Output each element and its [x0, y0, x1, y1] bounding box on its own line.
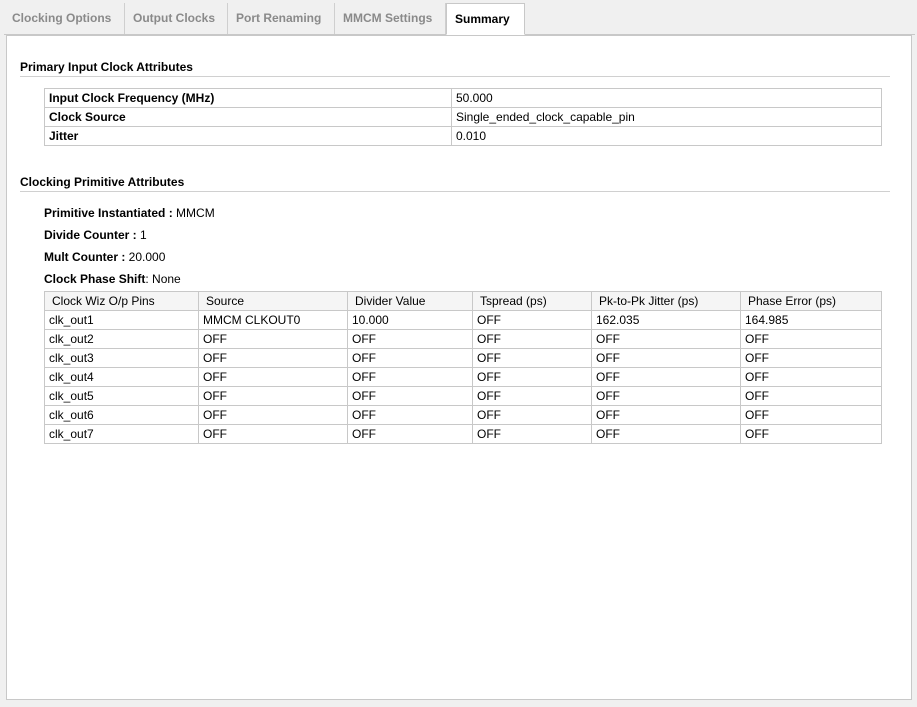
- cell-pin: clk_out6: [44, 405, 199, 425]
- cell-divider: OFF: [347, 348, 473, 368]
- input-clock-frequency-value: 50.000: [451, 88, 882, 108]
- cell-source: OFF: [198, 386, 348, 406]
- tab-clocking-options[interactable]: Clocking Options: [4, 3, 125, 34]
- cell-tspread: OFF: [472, 424, 592, 444]
- cell-jitter: OFF: [591, 348, 741, 368]
- cell-source: OFF: [198, 348, 348, 368]
- cell-source: OFF: [198, 424, 348, 444]
- cell-divider: OFF: [347, 405, 473, 425]
- cell-source: OFF: [198, 367, 348, 387]
- cell-source: OFF: [198, 329, 348, 349]
- input-clock-frequency-label: Input Clock Frequency (MHz): [44, 88, 452, 108]
- primitive-instantiated-value: MMCM: [176, 206, 215, 220]
- cell-jitter: OFF: [591, 405, 741, 425]
- jitter-label: Jitter: [44, 126, 452, 146]
- table-row: clk_out5 OFF OFF OFF OFF OFF: [44, 386, 882, 406]
- table-row: clk_out1 MMCM CLKOUT0 10.000 OFF 162.035…: [44, 310, 882, 330]
- cell-divider: 10.000: [347, 310, 473, 330]
- cell-phase-error: OFF: [740, 329, 882, 349]
- mult-counter-value: 20.000: [128, 250, 166, 264]
- cell-phase-error: OFF: [740, 386, 882, 406]
- col-header-divider[interactable]: Divider Value: [347, 291, 473, 311]
- col-header-source[interactable]: Source: [198, 291, 348, 311]
- jitter-value: 0.010: [451, 126, 882, 146]
- cell-phase-error: OFF: [740, 348, 882, 368]
- table-row: clk_out7 OFF OFF OFF OFF OFF: [44, 424, 882, 444]
- col-header-jitter[interactable]: Pk-to-Pk Jitter (ps): [591, 291, 741, 311]
- cell-tspread: OFF: [472, 310, 592, 330]
- clock-phase-shift-label: Clock Phase Shift: [44, 272, 146, 286]
- table-row: clk_out6 OFF OFF OFF OFF OFF: [44, 405, 882, 425]
- primary-clock-section-title: Primary Input Clock Attributes: [20, 60, 890, 77]
- cell-pin: clk_out5: [44, 386, 199, 406]
- cell-jitter: OFF: [591, 386, 741, 406]
- col-header-phase-error[interactable]: Phase Error (ps): [740, 291, 882, 311]
- cell-pin: clk_out1: [44, 310, 199, 330]
- cell-jitter: OFF: [591, 329, 741, 349]
- cell-source: MMCM CLKOUT0: [198, 310, 348, 330]
- cell-jitter: OFF: [591, 424, 741, 444]
- clock-source-value: Single_ended_clock_capable_pin: [451, 107, 882, 127]
- cell-tspread: OFF: [472, 386, 592, 406]
- summary-panel: Primary Input Clock Attributes Input Clo…: [6, 35, 912, 700]
- cell-tspread: OFF: [472, 367, 592, 387]
- divide-counter-line: Divide Counter : 1: [44, 228, 147, 242]
- tab-port-renaming[interactable]: Port Renaming: [228, 3, 335, 34]
- output-clocks-table: Clock Wiz O/p Pins Source Divider Value …: [44, 291, 882, 444]
- mult-counter-line: Mult Counter : 20.000: [44, 250, 165, 264]
- cell-jitter: OFF: [591, 367, 741, 387]
- table-row: clk_out3 OFF OFF OFF OFF OFF: [44, 348, 882, 368]
- cell-pin: clk_out4: [44, 367, 199, 387]
- cell-phase-error: OFF: [740, 424, 882, 444]
- col-header-pins[interactable]: Clock Wiz O/p Pins: [44, 291, 199, 311]
- table-row: Clock Source Single_ended_clock_capable_…: [44, 107, 882, 127]
- cell-source: OFF: [198, 405, 348, 425]
- tab-output-clocks[interactable]: Output Clocks: [125, 3, 228, 34]
- divide-counter-value: 1: [140, 228, 147, 242]
- tab-mmcm-settings[interactable]: MMCM Settings: [335, 3, 446, 34]
- cell-jitter: 162.035: [591, 310, 741, 330]
- primary-clock-attributes-table: Input Clock Frequency (MHz) 50.000 Clock…: [44, 88, 882, 146]
- cell-pin: clk_out2: [44, 329, 199, 349]
- tab-summary[interactable]: Summary: [446, 3, 525, 35]
- cell-divider: OFF: [347, 386, 473, 406]
- cell-tspread: OFF: [472, 329, 592, 349]
- cell-divider: OFF: [347, 329, 473, 349]
- table-row: clk_out4 OFF OFF OFF OFF OFF: [44, 367, 882, 387]
- primitive-section-title: Clocking Primitive Attributes: [20, 175, 890, 192]
- table-row: Jitter 0.010: [44, 126, 882, 146]
- cell-phase-error: 164.985: [740, 310, 882, 330]
- tab-bar: Clocking Options Output Clocks Port Rena…: [4, 3, 915, 35]
- col-header-tspread[interactable]: Tspread (ps): [472, 291, 592, 311]
- clock-source-label: Clock Source: [44, 107, 452, 127]
- table-row: clk_out2 OFF OFF OFF OFF OFF: [44, 329, 882, 349]
- cell-divider: OFF: [347, 367, 473, 387]
- cell-tspread: OFF: [472, 405, 592, 425]
- clock-phase-shift-value: : None: [145, 272, 181, 286]
- cell-divider: OFF: [347, 424, 473, 444]
- cell-pin: clk_out3: [44, 348, 199, 368]
- mult-counter-label: Mult Counter :: [44, 250, 126, 264]
- cell-phase-error: OFF: [740, 405, 882, 425]
- primitive-instantiated-line: Primitive Instantiated : MMCM: [44, 206, 215, 220]
- table-row: Input Clock Frequency (MHz) 50.000: [44, 88, 882, 108]
- cell-phase-error: OFF: [740, 367, 882, 387]
- table-header-row: Clock Wiz O/p Pins Source Divider Value …: [44, 291, 882, 311]
- primitive-instantiated-label: Primitive Instantiated :: [44, 206, 173, 220]
- divide-counter-label: Divide Counter :: [44, 228, 137, 242]
- cell-tspread: OFF: [472, 348, 592, 368]
- clock-phase-shift-line: Clock Phase Shift: None: [44, 272, 181, 286]
- cell-pin: clk_out7: [44, 424, 199, 444]
